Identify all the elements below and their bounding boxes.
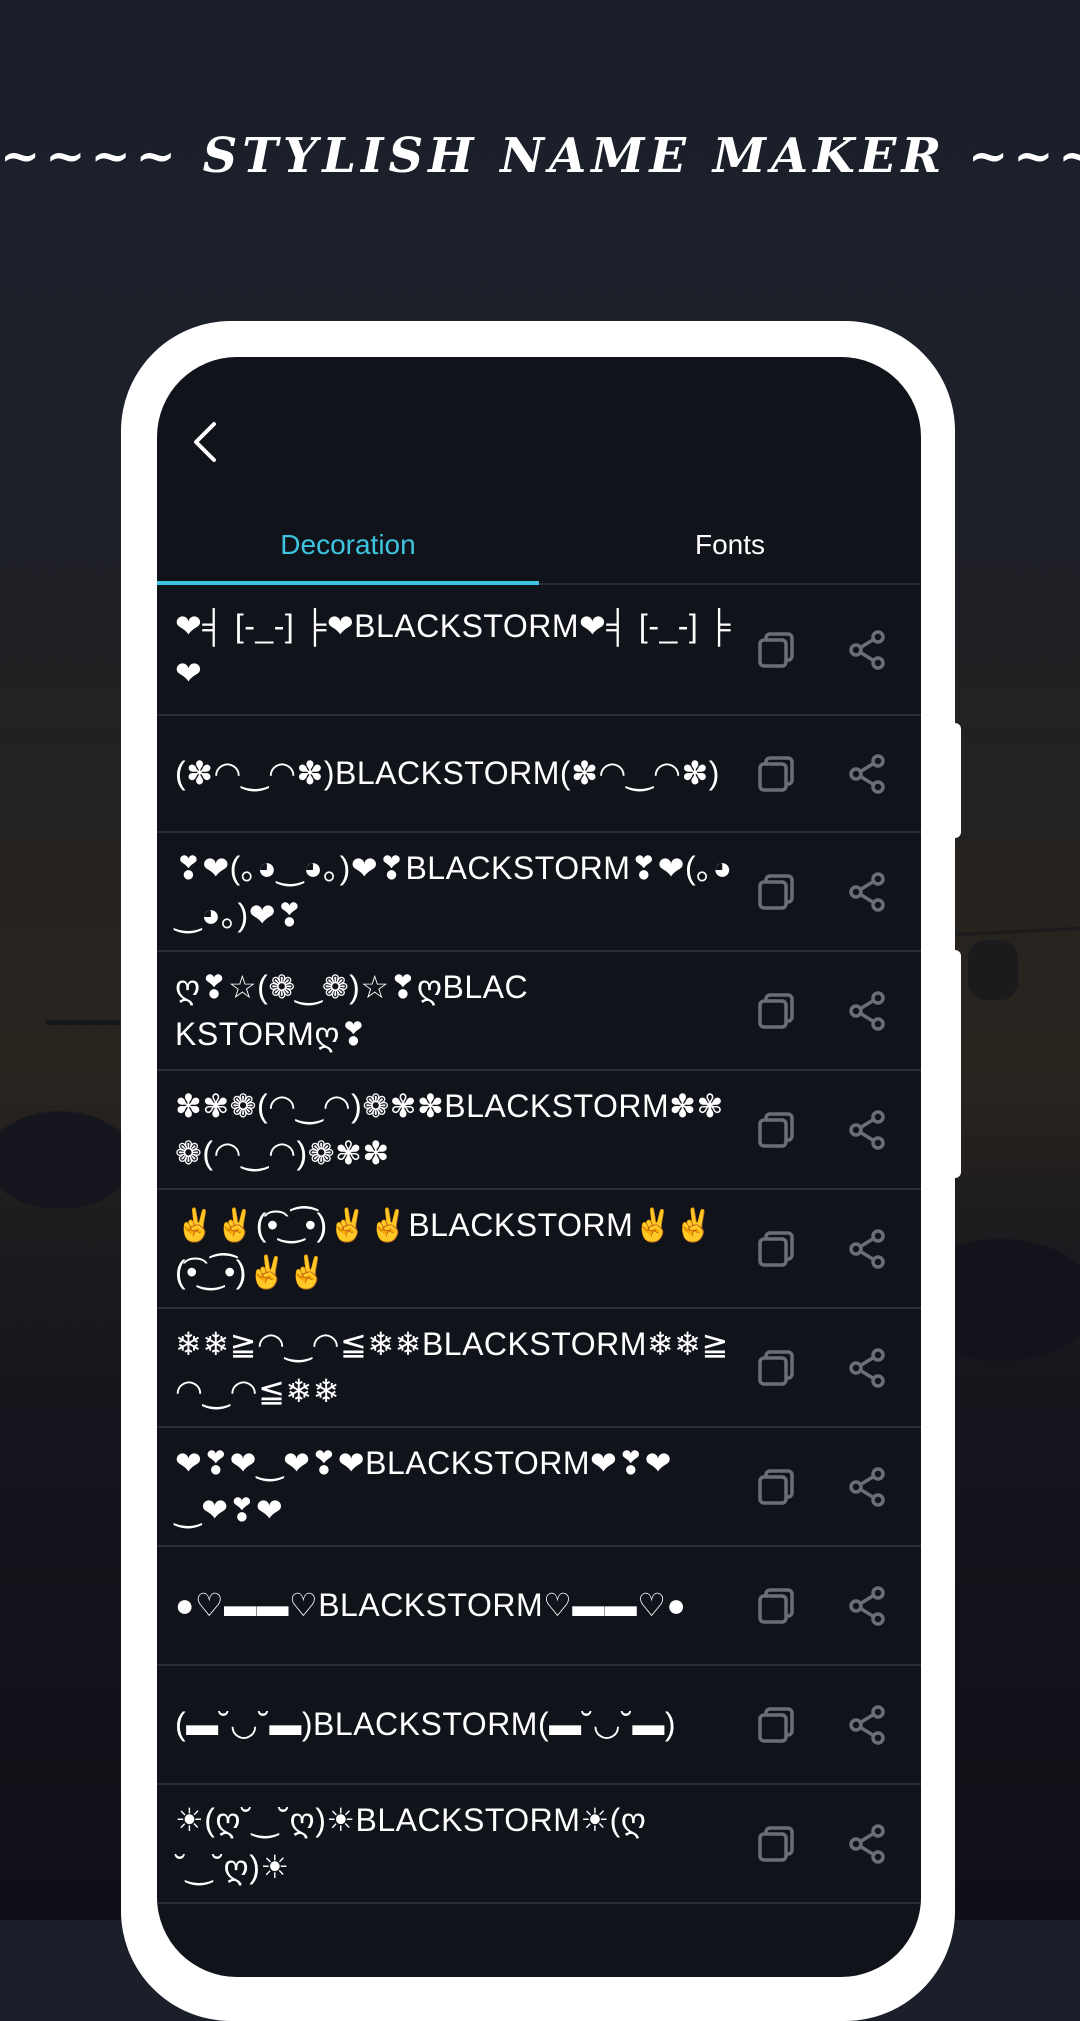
copy-button[interactable] [731, 1095, 821, 1165]
share-button[interactable] [823, 857, 913, 927]
list-item[interactable]: ❤❣❤‿❤❣❤BLACKSTORM❤❣❤‿❤❣❤ [157, 1428, 921, 1547]
share-button[interactable] [823, 976, 913, 1046]
copy-icon [758, 1825, 794, 1862]
copy-button[interactable] [731, 739, 821, 809]
background-rifle [46, 1020, 120, 1025]
tab-decoration[interactable]: Decoration [157, 507, 539, 585]
share-button[interactable] [823, 1809, 913, 1879]
list-item[interactable]: ☀(ღ˘‿˘ღ)☀BLACKSTORM☀(ღ˘‿˘ღ)☀ [157, 1785, 921, 1904]
copy-button[interactable] [731, 1333, 821, 1403]
share-button[interactable] [823, 615, 913, 685]
share-button[interactable] [823, 1571, 913, 1641]
list-item[interactable]: ღ❣☆(❁‿❁)☆❣ღBLACKSTORMღ❣ [157, 952, 921, 1071]
copy-button[interactable] [731, 857, 821, 927]
copy-button[interactable] [731, 1571, 821, 1641]
copy-icon [758, 1349, 794, 1386]
copy-icon [758, 873, 794, 910]
background-helicopter-rotor [955, 926, 1080, 937]
list-item[interactable]: ●♡▬▬♡BLACKSTORM♡▬▬♡● [157, 1547, 921, 1666]
list-item[interactable]: ✌✌(͡•‿͡•)✌✌BLACKSTORM✌✌(͡•‿͡•)✌✌ [157, 1190, 921, 1309]
copy-button[interactable] [731, 1690, 821, 1760]
phone-side-button [953, 950, 961, 1178]
copy-button[interactable] [731, 976, 821, 1046]
share-button[interactable] [823, 1333, 913, 1403]
decorated-name-text: ●♡▬▬♡BLACKSTORM♡▬▬♡● [175, 1587, 687, 1623]
share-icon [849, 990, 885, 1031]
list-item[interactable]: ✽✾❁(◠‿◠)❁✾✽BLACKSTORM✽✾❁(◠‿◠)❁✾✽ [157, 1071, 921, 1190]
list-item[interactable]: (▬˘◡˘▬)BLACKSTORM(▬˘◡˘▬) [157, 1666, 921, 1785]
decorated-name-text: ❄❄≧◠‿◠≦❄❄BLACKSTORM❄❄≧◠‿◠≦❄❄ [175, 1325, 729, 1409]
decorated-name-text: ☀(ღ˘‿˘ღ)☀BLACKSTORM☀(ღ˘‿˘ღ)☀ [175, 1801, 647, 1885]
copy-button[interactable] [731, 615, 821, 685]
copy-icon [758, 631, 794, 668]
list-item[interactable]: (✽◠‿◠✽)BLACKSTORM(✽◠‿◠✽) [157, 716, 921, 833]
share-icon [849, 753, 885, 794]
share-icon [849, 1109, 885, 1150]
share-button[interactable] [823, 1452, 913, 1522]
tab-bar: Decoration Fonts [157, 507, 921, 585]
chevron-left-icon [194, 422, 216, 462]
share-icon [849, 1585, 885, 1626]
share-button[interactable] [823, 1690, 913, 1760]
copy-icon [758, 1706, 794, 1743]
share-button[interactable] [823, 1214, 913, 1284]
app-title: ~~~~ STYLISH NAME MAKER ~~~~ [0, 128, 1080, 184]
copy-button[interactable] [731, 1452, 821, 1522]
share-icon [849, 1466, 885, 1507]
decorated-name-text: ✽✾❁(◠‿◠)❁✾✽BLACKSTORM✽✾❁(◠‿◠)❁✾✽ [175, 1087, 724, 1171]
copy-icon [758, 992, 794, 1029]
back-button[interactable] [185, 417, 225, 467]
decorated-name-text: ❤╡ [-_-] ╞❤BLACKSTORM❤╡ [-_-] ╞❤ [175, 607, 731, 691]
background-helicopter [968, 940, 1018, 1000]
copy-icon [758, 1111, 794, 1148]
decorated-name-text: ❣❤(｡◕‿◕｡)❤❣BLACKSTORM❣❤(｡◕‿◕｡)❤❣ [175, 849, 733, 933]
decorated-name-text: (✽◠‿◠✽)BLACKSTORM(✽◠‿◠✽) [175, 755, 720, 791]
copy-icon [758, 1468, 794, 1505]
share-icon [849, 871, 885, 912]
share-icon [849, 1823, 885, 1864]
list-item[interactable]: ❤╡ [-_-] ╞❤BLACKSTORM❤╡ [-_-] ╞❤ [157, 585, 921, 716]
copy-icon [758, 1587, 794, 1624]
phone-screen: Decoration Fonts ❤╡ [-_-] ╞❤BLACKSTORM❤╡… [157, 357, 921, 1977]
share-icon [849, 629, 885, 670]
copy-button[interactable] [731, 1214, 821, 1284]
decorated-name-text: ღ❣☆(❁‿❁)☆❣ღBLACKSTORMღ❣ [175, 968, 529, 1052]
share-icon [849, 1228, 885, 1269]
phone-side-button [953, 723, 961, 838]
copy-icon [758, 1230, 794, 1267]
copy-button[interactable] [731, 1809, 821, 1879]
share-icon [849, 1347, 885, 1388]
tab-fonts[interactable]: Fonts [539, 507, 921, 583]
share-button[interactable] [823, 739, 913, 809]
decoration-list: ❤╡ [-_-] ╞❤BLACKSTORM❤╡ [-_-] ╞❤ (✽◠‿◠✽)… [157, 585, 921, 1904]
list-item[interactable]: ❄❄≧◠‿◠≦❄❄BLACKSTORM❄❄≧◠‿◠≦❄❄ [157, 1309, 921, 1428]
share-button[interactable] [823, 1095, 913, 1165]
decorated-name-text: ❤❣❤‿❤❣❤BLACKSTORM❤❣❤‿❤❣❤ [175, 1444, 672, 1528]
share-icon [849, 1704, 885, 1745]
decorated-name-text: (▬˘◡˘▬)BLACKSTORM(▬˘◡˘▬) [175, 1706, 676, 1742]
decorated-name-text: ✌✌(͡•‿͡•)✌✌BLACKSTORM✌✌(͡•‿͡•)✌✌ [175, 1206, 714, 1290]
copy-icon [758, 755, 794, 792]
list-item[interactable]: ❣❤(｡◕‿◕｡)❤❣BLACKSTORM❣❤(｡◕‿◕｡)❤❣ [157, 833, 921, 952]
